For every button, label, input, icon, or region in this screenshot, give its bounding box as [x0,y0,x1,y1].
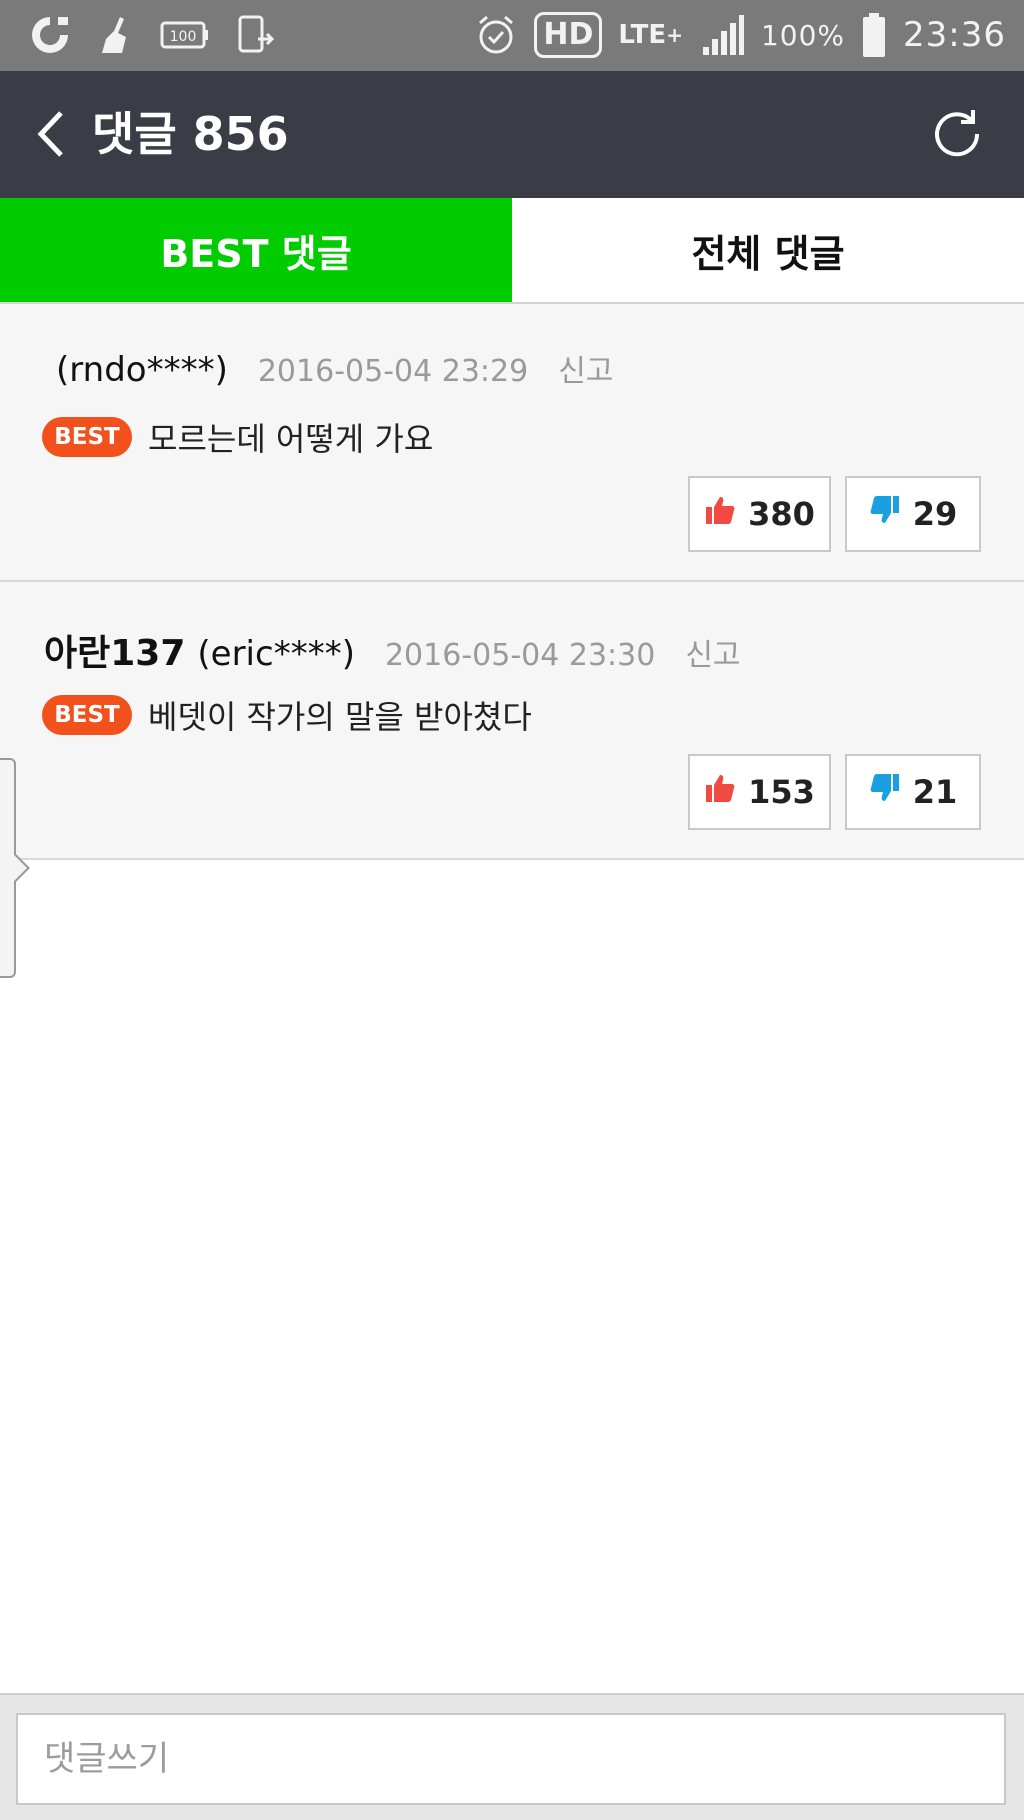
like-button[interactable]: 380 [688,476,831,552]
battery-small-label: 100 [170,29,197,45]
tab-best-comments[interactable]: BEST 댓글 [0,198,512,302]
chevron-left-icon [31,109,71,163]
report-link[interactable]: 신고 [685,630,740,674]
dislike-count: 21 [912,773,958,811]
thumbs-down-icon [869,494,901,534]
dislike-count: 29 [912,495,958,533]
comment-date: 2016-05-04 23:30 [384,638,656,673]
comment-text: 베뎃이 작가의 말을 받아쳤다 [148,698,532,736]
report-link[interactable]: 신고 [558,346,613,390]
page-title: 댓글 856 [92,107,289,161]
comment-user-id: (eric****) [197,634,355,674]
status-time: 23:36 [903,15,1006,55]
side-drawer-handle[interactable] [0,758,30,978]
alarm-icon [474,13,518,57]
cleaner-icon [98,15,134,55]
back-button[interactable] [16,101,86,171]
comment-tabs: BEST 댓글 전체 댓글 [0,198,1024,304]
lte-plus: + [666,23,683,47]
like-count: 153 [748,773,815,811]
comment-meta: (rndo****) 2016-05-04 23:29 신고 [44,346,613,390]
refresh-button[interactable] [922,101,992,171]
carrier-logo-icon [28,13,72,57]
comment-body: BEST 모르는데 어떻게 가요 [42,414,433,460]
hd-voice-icon: HD [534,12,603,58]
comment-nickname: 아란137 [44,633,186,674]
comment-meta: 아란137 (eric****) 2016-05-04 23:30 신고 [44,624,741,676]
lte-label: LTE [618,20,667,50]
lte-icon: LTE + [618,21,683,49]
status-bar-right: HD LTE + 100% 23:36 [474,8,1006,62]
comment-text: 모르는데 어떻게 가요 [148,420,434,458]
dislike-button[interactable]: 29 [845,476,981,552]
phone-transfer-icon [236,15,276,55]
thumbs-up-icon [704,494,736,534]
comment-item: (rndo****) 2016-05-04 23:29 신고 BEST 모르는데… [0,304,1024,582]
like-count: 380 [748,495,815,533]
tab-all-comments[interactable]: 전체 댓글 [512,198,1024,302]
status-bar: 100 HD LTE + 100% 23:36 [0,0,1024,71]
comment-user-id: (rndo****) [56,350,228,390]
comment-input[interactable] [16,1713,1006,1805]
comment-list: (rndo****) 2016-05-04 23:29 신고 BEST 모르는데… [0,304,1024,860]
battery-icon [861,12,887,58]
comment-item: 아란137 (eric****) 2016-05-04 23:30 신고 BES… [0,582,1024,860]
dislike-button[interactable]: 21 [845,754,981,830]
thumbs-down-icon [869,772,901,812]
best-badge: BEST [42,695,132,735]
best-badge: BEST [42,417,132,457]
thumbs-up-icon [704,772,736,812]
status-bar-left: 100 [28,12,276,58]
battery-percent: 100% [760,18,846,52]
refresh-icon [927,104,987,168]
comment-compose-bar [0,1693,1024,1820]
comment-body: BEST 베뎃이 작가의 말을 받아쳤다 [42,692,532,738]
like-button[interactable]: 153 [688,754,831,830]
comment-date: 2016-05-04 23:29 [257,354,529,389]
signal-icon [699,13,745,57]
battery-100-icon: 100 [160,19,210,51]
app-bar: 댓글 856 [0,71,1024,198]
